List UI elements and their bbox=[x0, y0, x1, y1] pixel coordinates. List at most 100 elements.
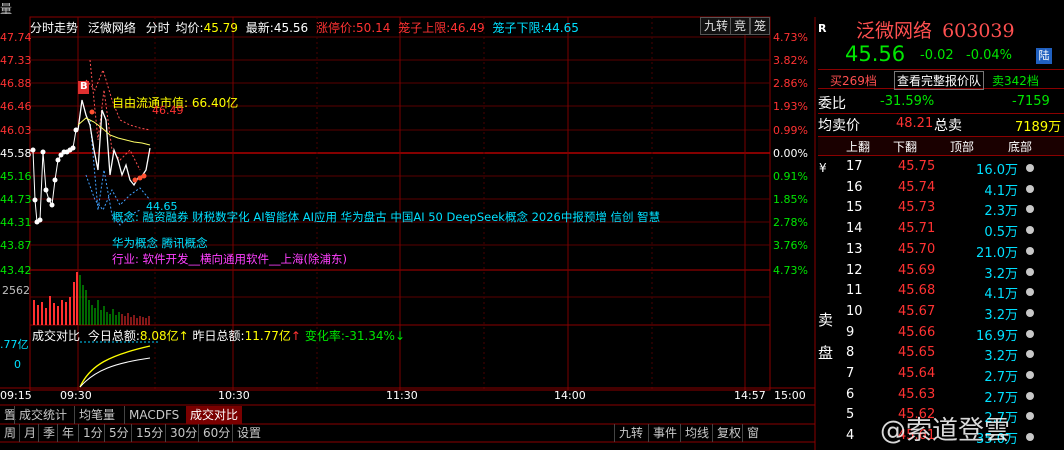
order-volume: 3.2万 bbox=[984, 349, 1018, 365]
window-button[interactable]: 窗 bbox=[742, 424, 763, 442]
time-tick: 15:00 bbox=[774, 389, 806, 402]
tab-trade-stats[interactable]: 成交统计 bbox=[14, 406, 71, 424]
period-settings[interactable]: 设置 bbox=[232, 424, 265, 442]
page-down-button[interactable]: 下翻 bbox=[893, 138, 917, 155]
order-dot-icon[interactable] bbox=[1026, 267, 1034, 276]
order-row[interactable]: 9 45.66 16.9万 bbox=[818, 323, 1064, 345]
period-30min[interactable]: 30分 bbox=[165, 424, 201, 442]
order-row[interactable]: 8 45.65 3.2万 bbox=[818, 343, 1064, 365]
order-row[interactable]: 10 45.67 3.2万 bbox=[818, 302, 1064, 324]
limit-up-value: 50.14 bbox=[356, 21, 391, 35]
auction-toggle-button[interactable]: 竞 bbox=[730, 17, 751, 35]
ma-button[interactable]: 均线 bbox=[680, 424, 713, 442]
order-dot-icon[interactable] bbox=[1026, 371, 1034, 379]
price-tick: 45.58 bbox=[0, 147, 32, 160]
period-1min[interactable]: 1分 bbox=[78, 424, 107, 442]
order-dot-icon[interactable] bbox=[1026, 329, 1034, 338]
tab-trade-compare[interactable]: 成交对比 bbox=[186, 406, 243, 424]
order-row[interactable]: 15 45.73 2.3万 bbox=[818, 198, 1064, 220]
price-tick: 47.33 bbox=[0, 54, 32, 67]
page-bottom-button[interactable]: 底部 bbox=[1008, 138, 1032, 155]
order-level: 15 bbox=[846, 200, 863, 216]
period-quarter[interactable]: 季 bbox=[38, 424, 59, 442]
order-price: 45.71 bbox=[898, 221, 936, 237]
page-top-button[interactable]: 顶部 bbox=[950, 138, 974, 155]
time-tick: 09:15 bbox=[0, 389, 32, 402]
order-row[interactable]: 17 45.75 16.0万 bbox=[818, 157, 1064, 179]
jiuzhuan-button[interactable]: 九转 bbox=[614, 424, 647, 442]
order-price: 45.64 bbox=[898, 366, 936, 381]
order-dot-icon[interactable] bbox=[1026, 246, 1034, 255]
period-5min[interactable]: 5分 bbox=[104, 424, 133, 442]
order-volume: 16.0万 bbox=[976, 163, 1018, 178]
order-level: 6 bbox=[846, 386, 855, 402]
header-mode: 分时 bbox=[145, 21, 170, 35]
pct-tick: 4.73% bbox=[773, 264, 808, 277]
avg-value: 45.79 bbox=[203, 21, 238, 35]
pct-tick: 0.00% bbox=[773, 147, 808, 160]
compare-header: 成交对比 今日总额:8.08亿↑ 昨日总额:11.77亿↑ 变化率:-31.34… bbox=[32, 329, 406, 343]
order-price: 45.65 bbox=[898, 345, 936, 361]
order-level: 10 bbox=[846, 303, 863, 319]
period-60min[interactable]: 60分 bbox=[198, 424, 234, 442]
order-dot-icon[interactable] bbox=[1026, 205, 1034, 214]
price-tick: 45.16 bbox=[0, 170, 32, 183]
period-15min[interactable]: 15分 bbox=[131, 424, 167, 442]
cage-toggle-button[interactable]: 笼 bbox=[750, 17, 771, 35]
adjust-button[interactable]: 复权 bbox=[712, 424, 745, 442]
order-dot-icon[interactable] bbox=[1026, 226, 1034, 235]
order-volume: 2.3万 bbox=[984, 204, 1018, 220]
order-row[interactable]: 14 45.71 0.5万 bbox=[818, 219, 1064, 241]
sell-levels-tab[interactable]: 卖342档 bbox=[992, 72, 1039, 89]
order-price: 45.73 bbox=[898, 200, 936, 216]
concept-line: 概念: 融资融券 财税数字化 AI智能体 AI应用 华为盘古 中国AI 50 D… bbox=[112, 210, 661, 224]
order-row[interactable]: 11 45.68 4.1万 bbox=[818, 281, 1064, 303]
order-volume: 21.0万 bbox=[976, 245, 1018, 261]
prev-label: 昨日总额: bbox=[192, 329, 245, 343]
time-tick: 10:30 bbox=[218, 389, 250, 402]
jiuzhuan-toggle-button[interactable]: 九转 bbox=[700, 17, 733, 35]
price-tick: 46.03 bbox=[0, 124, 32, 137]
lower-cage-value: 44.65 bbox=[544, 21, 579, 35]
order-dot-icon[interactable] bbox=[1026, 308, 1034, 317]
last-label: 最新: bbox=[245, 21, 274, 35]
tab-avg-lot[interactable]: 均笔量 bbox=[74, 406, 119, 424]
order-price: 45.67 bbox=[898, 303, 936, 319]
order-dot-icon[interactable] bbox=[1026, 164, 1034, 172]
order-level: 5 bbox=[846, 407, 855, 423]
page-up-button[interactable]: 上翻 bbox=[846, 138, 870, 155]
order-dot-icon[interactable] bbox=[1026, 391, 1034, 400]
order-dot-icon[interactable] bbox=[1026, 288, 1034, 297]
lower-cage-label: 笼子下限: bbox=[492, 21, 545, 35]
order-volume: 0.5万 bbox=[984, 225, 1018, 241]
order-row[interactable]: 13 45.70 21.0万 bbox=[818, 240, 1064, 262]
order-dot-icon[interactable] bbox=[1026, 412, 1034, 421]
order-row[interactable]: 7 45.64 2.7万 bbox=[818, 364, 1064, 386]
tab-macdfs[interactable]: MACDFS bbox=[124, 406, 183, 424]
order-row[interactable]: 6 45.63 2.7万 bbox=[818, 385, 1064, 407]
time-tick: 14:57 bbox=[734, 389, 766, 402]
divider bbox=[818, 113, 1064, 114]
order-volume: 4.1万 bbox=[984, 287, 1018, 303]
order-row[interactable]: 12 45.69 3.2万 bbox=[818, 261, 1064, 283]
stock-code: 603039 bbox=[942, 20, 1015, 42]
buy-marker-label: B bbox=[80, 81, 88, 92]
price-change-pct: -0.04% bbox=[966, 48, 1012, 63]
period-week[interactable]: 周 bbox=[0, 424, 20, 442]
avg-sell-label: 均卖价 bbox=[818, 118, 860, 134]
order-dot-icon[interactable] bbox=[1026, 433, 1034, 442]
order-level: 4 bbox=[846, 428, 855, 444]
order-dot-icon[interactable] bbox=[1026, 350, 1034, 359]
events-button[interactable]: 事件 bbox=[648, 424, 681, 442]
time-tick: 09:30 bbox=[60, 389, 92, 402]
price-tick: 43.87 bbox=[0, 239, 32, 252]
view-full-quote-button[interactable]: 查看完整报价队 bbox=[894, 71, 985, 90]
limit-up-label: 涨停价: bbox=[316, 21, 357, 35]
order-row[interactable]: 16 45.74 4.1万 bbox=[818, 178, 1064, 200]
period-month[interactable]: 月 bbox=[19, 424, 40, 442]
period-year[interactable]: 年 bbox=[57, 424, 78, 442]
prev-value: 11.77亿 bbox=[244, 329, 291, 343]
order-dot-icon[interactable] bbox=[1026, 184, 1034, 193]
volume-tick: 2562 bbox=[2, 284, 30, 297]
buy-levels-tab[interactable]: 买269档 bbox=[830, 72, 877, 89]
